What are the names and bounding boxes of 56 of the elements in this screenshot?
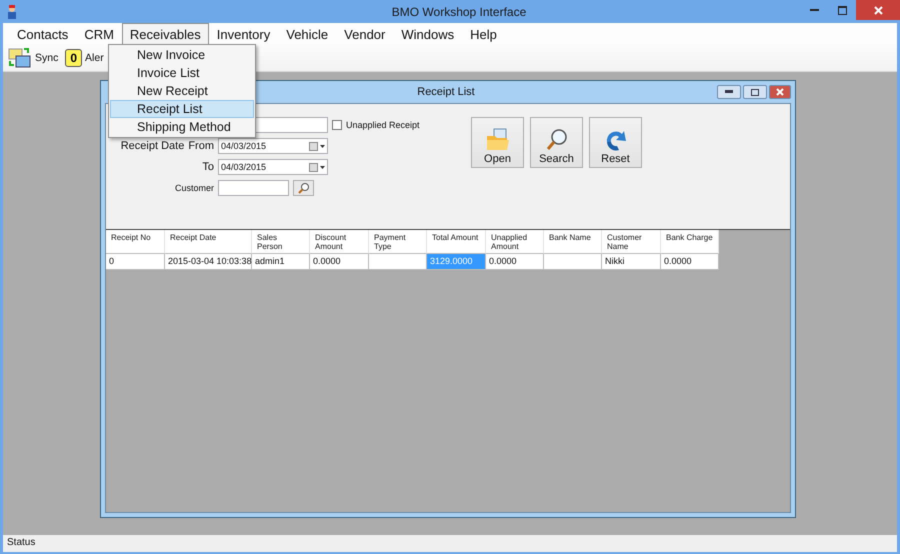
calendar-dropdown-icon[interactable]	[309, 142, 325, 150]
menu-item[interactable]: Windows	[393, 23, 462, 45]
menu-item[interactable]: New Receipt	[110, 82, 254, 100]
maximize-icon	[750, 88, 759, 96]
customer-label: Customer	[174, 183, 214, 193]
menu-item[interactable]: Receipt List	[110, 100, 254, 118]
menu-item[interactable]: Help	[462, 23, 505, 45]
table-cell: admin1	[252, 254, 310, 270]
child-window-title: Receipt List	[416, 86, 475, 98]
menu-item[interactable]: Invoice List	[110, 64, 254, 82]
minimize-icon	[724, 90, 733, 94]
search-button[interactable]	[293, 180, 314, 196]
menu-item[interactable]: Shipping Method	[110, 118, 254, 136]
window-title: BMO Workshop Interface	[390, 4, 526, 18]
table-cell: 0	[106, 254, 165, 270]
status-bar: Status	[3, 535, 897, 552]
menu-item[interactable]: Receivables	[122, 23, 209, 45]
folder-icon	[484, 128, 510, 152]
table-cell: 0.0000	[310, 254, 369, 270]
close-icon	[776, 88, 784, 96]
menu-item[interactable]: Vehicle	[278, 23, 336, 45]
table-cell: 0.0000	[486, 254, 544, 270]
menu-item[interactable]: Contacts	[9, 23, 76, 45]
close-button[interactable]	[856, 0, 900, 20]
to-label: To	[201, 161, 214, 173]
open-button[interactable]: Open	[471, 117, 524, 168]
close-icon	[874, 6, 882, 14]
maximize-icon	[838, 6, 846, 14]
calendar-dropdown-icon[interactable]	[309, 162, 325, 172]
alert-label[interactable]: Aler	[85, 52, 104, 64]
minimize-button[interactable]	[716, 85, 741, 99]
menu-item[interactable]: CRM	[76, 23, 122, 45]
to-date-field[interactable]: 04/03/2015	[218, 159, 328, 175]
close-button[interactable]	[768, 85, 791, 99]
customer-field[interactable]	[218, 180, 289, 196]
table-cell: 2015-03-04 10:03:38	[165, 254, 252, 270]
alert-count-badge[interactable]: 0	[65, 49, 82, 67]
mechanic-icon	[6, 4, 18, 18]
minimize-icon	[810, 9, 818, 11]
unapplied-receipt-checkbox[interactable]	[332, 120, 342, 130]
menu-item[interactable]: Inventory	[208, 23, 278, 45]
menu-item[interactable]: New Invoice	[110, 46, 254, 64]
search-icon	[544, 128, 568, 152]
table-cell: 3129.0000	[427, 254, 486, 270]
from-label: From	[188, 140, 214, 152]
table-cell: Nikki	[602, 254, 661, 270]
table-cell: 0.0000	[661, 254, 719, 270]
from-date-field[interactable]: 04/03/2015	[218, 138, 328, 154]
sync-icon[interactable]	[8, 47, 32, 69]
receipt-date-label: Receipt Date	[120, 140, 184, 152]
unapplied-receipt-label: Unapplied Receipt	[346, 120, 420, 130]
search-button[interactable]: Search	[530, 117, 583, 168]
maximize-button[interactable]	[742, 85, 767, 99]
menu-item[interactable]: Vendor	[336, 23, 394, 45]
reset-button[interactable]: Reset	[589, 117, 642, 168]
sync-label[interactable]: Sync	[35, 52, 58, 64]
